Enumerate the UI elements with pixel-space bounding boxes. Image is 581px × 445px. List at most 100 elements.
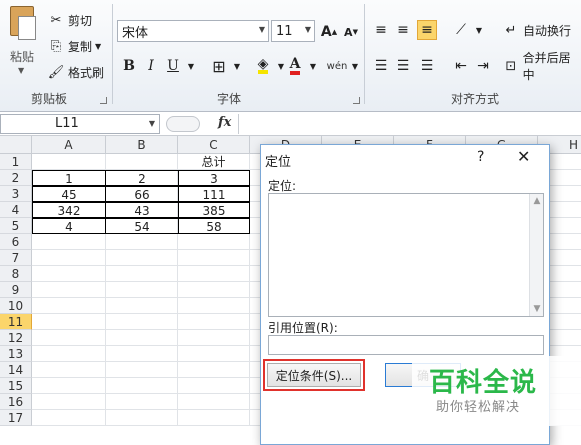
row-header-14[interactable]: 14 xyxy=(0,362,32,378)
grid-cell[interactable] xyxy=(178,314,250,330)
insert-function-icon[interactable]: fx xyxy=(218,115,231,130)
grid-cell[interactable] xyxy=(32,346,106,362)
reference-input[interactable] xyxy=(268,335,544,355)
font-color-button[interactable]: A xyxy=(285,56,305,76)
paste-label[interactable]: 粘贴 xyxy=(10,48,34,65)
grid-cell[interactable] xyxy=(178,330,250,346)
copy-dropdown-icon[interactable]: ▼ xyxy=(95,42,101,51)
goto-list[interactable]: ▲ ▼ xyxy=(268,193,544,317)
grid-cell[interactable] xyxy=(106,250,178,266)
cell-b3[interactable]: 66 xyxy=(105,186,179,202)
cut-button[interactable]: ✂ 剪切 xyxy=(48,10,92,30)
grid-cell[interactable] xyxy=(106,346,178,362)
align-middle-icon[interactable]: ≡ xyxy=(393,20,413,40)
column-header-c[interactable]: C xyxy=(178,136,250,154)
align-bottom-icon[interactable]: ≡ xyxy=(417,20,437,40)
grid-cell[interactable] xyxy=(32,394,106,410)
grid-cell[interactable] xyxy=(106,330,178,346)
grid-cell[interactable] xyxy=(32,410,106,426)
grid-cell[interactable] xyxy=(32,282,106,298)
row-header-11[interactable]: 11 xyxy=(0,314,32,330)
grid-cell[interactable] xyxy=(106,234,178,250)
grid-cell[interactable] xyxy=(106,266,178,282)
grid-cell[interactable] xyxy=(32,154,106,170)
formula-bar-resize-handle[interactable] xyxy=(166,116,200,132)
grid-cell[interactable] xyxy=(178,298,250,314)
row-header-16[interactable]: 16 xyxy=(0,394,32,410)
cell-c1[interactable]: 总计 xyxy=(178,154,250,170)
scroll-down-icon[interactable]: ▼ xyxy=(530,302,544,316)
grid-cell[interactable] xyxy=(106,378,178,394)
grid-cell[interactable] xyxy=(178,282,250,298)
copy-button[interactable]: ⎘ 复制 ▼ xyxy=(48,36,101,56)
row-header-8[interactable]: 8 xyxy=(0,266,32,282)
chevron-down-icon[interactable]: ▼ xyxy=(149,115,155,133)
phonetic-dropdown-icon[interactable]: ▼ xyxy=(345,56,365,76)
row-header-5[interactable]: 5 xyxy=(0,218,32,234)
grid-cell[interactable] xyxy=(32,234,106,250)
font-color-dropdown-icon[interactable]: ▼ xyxy=(303,56,323,76)
row-header-2[interactable]: 2 xyxy=(0,170,32,186)
row-header-9[interactable]: 9 xyxy=(0,282,32,298)
row-header-10[interactable]: 10 xyxy=(0,298,32,314)
row-header-12[interactable]: 12 xyxy=(0,330,32,346)
font-launcher-icon[interactable] xyxy=(353,97,360,104)
close-icon[interactable]: ✕ xyxy=(517,147,530,166)
grid-cell[interactable] xyxy=(178,266,250,282)
grid-cell[interactable] xyxy=(178,250,250,266)
merge-center-button[interactable]: ⊡ 合并后居中 xyxy=(503,51,581,82)
special-button[interactable]: 定位条件(S)... xyxy=(263,359,365,391)
underline-dropdown-icon[interactable]: ▼ xyxy=(181,56,201,76)
row-header-3[interactable]: 3 xyxy=(0,186,32,202)
align-right-icon[interactable]: ☰ xyxy=(417,56,437,76)
orientation-dropdown-icon[interactable]: ▼ xyxy=(469,20,489,40)
scroll-up-icon[interactable]: ▲ xyxy=(530,194,544,208)
grid-cell[interactable] xyxy=(32,314,106,330)
paste-dropdown-icon[interactable]: ▼ xyxy=(18,66,24,75)
row-header-1[interactable]: 1 xyxy=(0,154,32,170)
list-scrollbar[interactable]: ▲ ▼ xyxy=(529,194,543,316)
font-name-select[interactable]: 宋体 ▼ xyxy=(117,20,269,42)
grid-cell[interactable] xyxy=(178,362,250,378)
cell-a2[interactable]: 1 xyxy=(32,170,106,186)
format-painter-button[interactable]: 🖌 格式刷 xyxy=(48,62,104,82)
grid-cell[interactable] xyxy=(106,154,178,170)
cell-a5[interactable]: 4 xyxy=(32,218,106,234)
select-all-corner[interactable] xyxy=(0,136,32,154)
grid-cell[interactable] xyxy=(178,394,250,410)
row-header-13[interactable]: 13 xyxy=(0,346,32,362)
cell-c5[interactable]: 58 xyxy=(178,218,250,234)
row-header-7[interactable]: 7 xyxy=(0,250,32,266)
grid-cell[interactable] xyxy=(178,234,250,250)
align-left-icon[interactable]: ☰ xyxy=(371,56,391,76)
italic-button[interactable]: I xyxy=(141,56,161,76)
name-box[interactable]: L11 ▼ xyxy=(0,114,160,134)
align-center-icon[interactable]: ☰ xyxy=(393,56,413,76)
row-header-4[interactable]: 4 xyxy=(0,202,32,218)
grid-cell[interactable] xyxy=(32,362,106,378)
grid-cell[interactable] xyxy=(106,282,178,298)
cell-a3[interactable]: 45 xyxy=(32,186,106,202)
cell-b2[interactable]: 2 xyxy=(105,170,179,186)
grid-cell[interactable] xyxy=(178,378,250,394)
cell-c4[interactable]: 385 xyxy=(178,202,250,218)
grid-cell[interactable] xyxy=(178,346,250,362)
font-size-select[interactable]: 11 ▼ xyxy=(271,20,315,42)
help-icon[interactable]: ? xyxy=(477,149,484,165)
border-dropdown-icon[interactable]: ▼ xyxy=(227,56,247,76)
underline-button[interactable]: U xyxy=(163,56,183,76)
orientation-icon[interactable]: ⟋ xyxy=(451,20,471,40)
phonetic-button[interactable]: wén xyxy=(327,56,348,76)
grid-cell[interactable] xyxy=(106,362,178,378)
cell-a4[interactable]: 342 xyxy=(32,202,106,218)
grid-cell[interactable] xyxy=(32,250,106,266)
grid-cell[interactable] xyxy=(32,266,106,282)
bold-button[interactable]: B xyxy=(119,56,139,76)
paste-button[interactable] xyxy=(6,4,38,46)
row-header-17[interactable]: 17 xyxy=(0,410,32,426)
formula-input[interactable] xyxy=(238,114,581,134)
fill-color-button[interactable]: ◈ xyxy=(253,56,273,76)
cell-b4[interactable]: 43 xyxy=(105,202,179,218)
cell-c2[interactable]: 3 xyxy=(178,170,250,186)
cell-c3[interactable]: 111 xyxy=(178,186,250,202)
